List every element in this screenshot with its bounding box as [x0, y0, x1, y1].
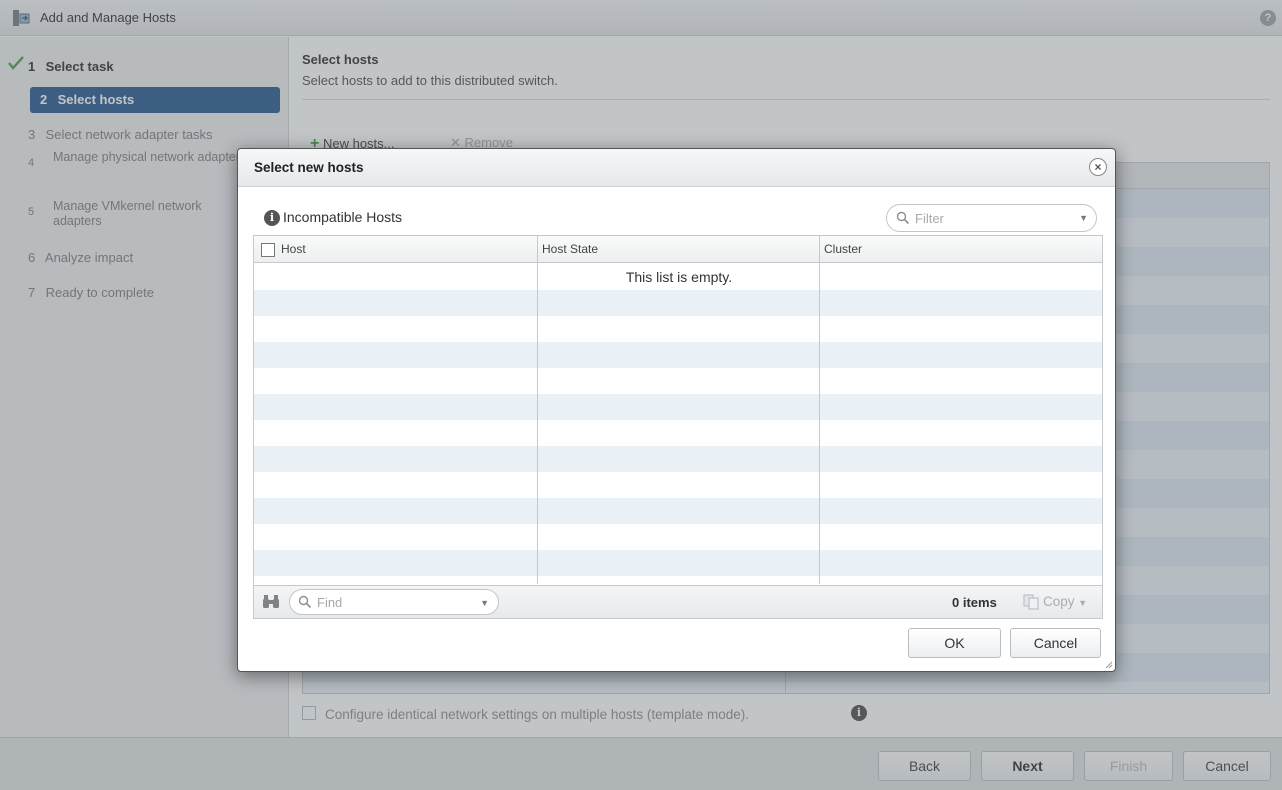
table-row: [254, 394, 1102, 420]
column-header-host-state[interactable]: Host State: [542, 242, 598, 256]
copy-button: Copy ▼: [1043, 594, 1088, 609]
dialog-header: Select new hosts ×: [238, 149, 1115, 187]
resize-grip-icon[interactable]: [1103, 659, 1113, 669]
chevron-down-icon: ▼: [1078, 598, 1088, 608]
incompatible-hosts-link[interactable]: Incompatible Hosts: [283, 209, 402, 225]
table-row: [254, 420, 1102, 446]
table-row: [254, 446, 1102, 472]
binoculars-icon[interactable]: [262, 594, 280, 610]
column-header-host[interactable]: Host: [281, 242, 306, 256]
grid-header: Host Host State Cluster: [254, 236, 1102, 263]
chevron-down-icon[interactable]: ▼: [1079, 213, 1088, 223]
search-icon: [298, 595, 312, 609]
table-row: [254, 368, 1102, 394]
info-icon[interactable]: i: [264, 210, 280, 226]
close-icon[interactable]: ×: [1089, 158, 1107, 176]
column-divider: [819, 236, 820, 584]
search-icon: [896, 211, 910, 225]
find-input-box[interactable]: ▼: [289, 589, 499, 615]
table-row: [254, 550, 1102, 576]
filter-input[interactable]: [913, 209, 1063, 227]
hosts-selection-grid: Host Host State Cluster This list is emp…: [253, 235, 1103, 619]
filter-input-box[interactable]: ▼: [886, 204, 1097, 232]
ok-button[interactable]: OK: [908, 628, 1001, 658]
copy-icon: [1023, 594, 1039, 610]
grid-footer: ▼ 0 items Copy ▼: [254, 585, 1102, 618]
chevron-down-icon[interactable]: ▼: [480, 598, 489, 608]
table-row: [254, 472, 1102, 498]
item-count: 0 items: [952, 595, 997, 610]
table-row: [254, 290, 1102, 316]
dialog-title: Select new hosts: [254, 160, 364, 175]
dialog-cancel-button[interactable]: Cancel: [1010, 628, 1101, 658]
column-header-cluster[interactable]: Cluster: [824, 242, 862, 256]
table-row: [254, 316, 1102, 342]
table-row: [254, 524, 1102, 550]
table-row: [254, 342, 1102, 368]
table-row: [254, 498, 1102, 524]
select-all-checkbox[interactable]: [261, 243, 275, 257]
grid-body: [254, 264, 1102, 584]
column-divider: [537, 236, 538, 584]
empty-list-message: This list is empty.: [625, 269, 733, 285]
find-input[interactable]: [315, 593, 465, 611]
select-new-hosts-dialog: Select new hosts × i Incompatible Hosts …: [237, 148, 1116, 672]
